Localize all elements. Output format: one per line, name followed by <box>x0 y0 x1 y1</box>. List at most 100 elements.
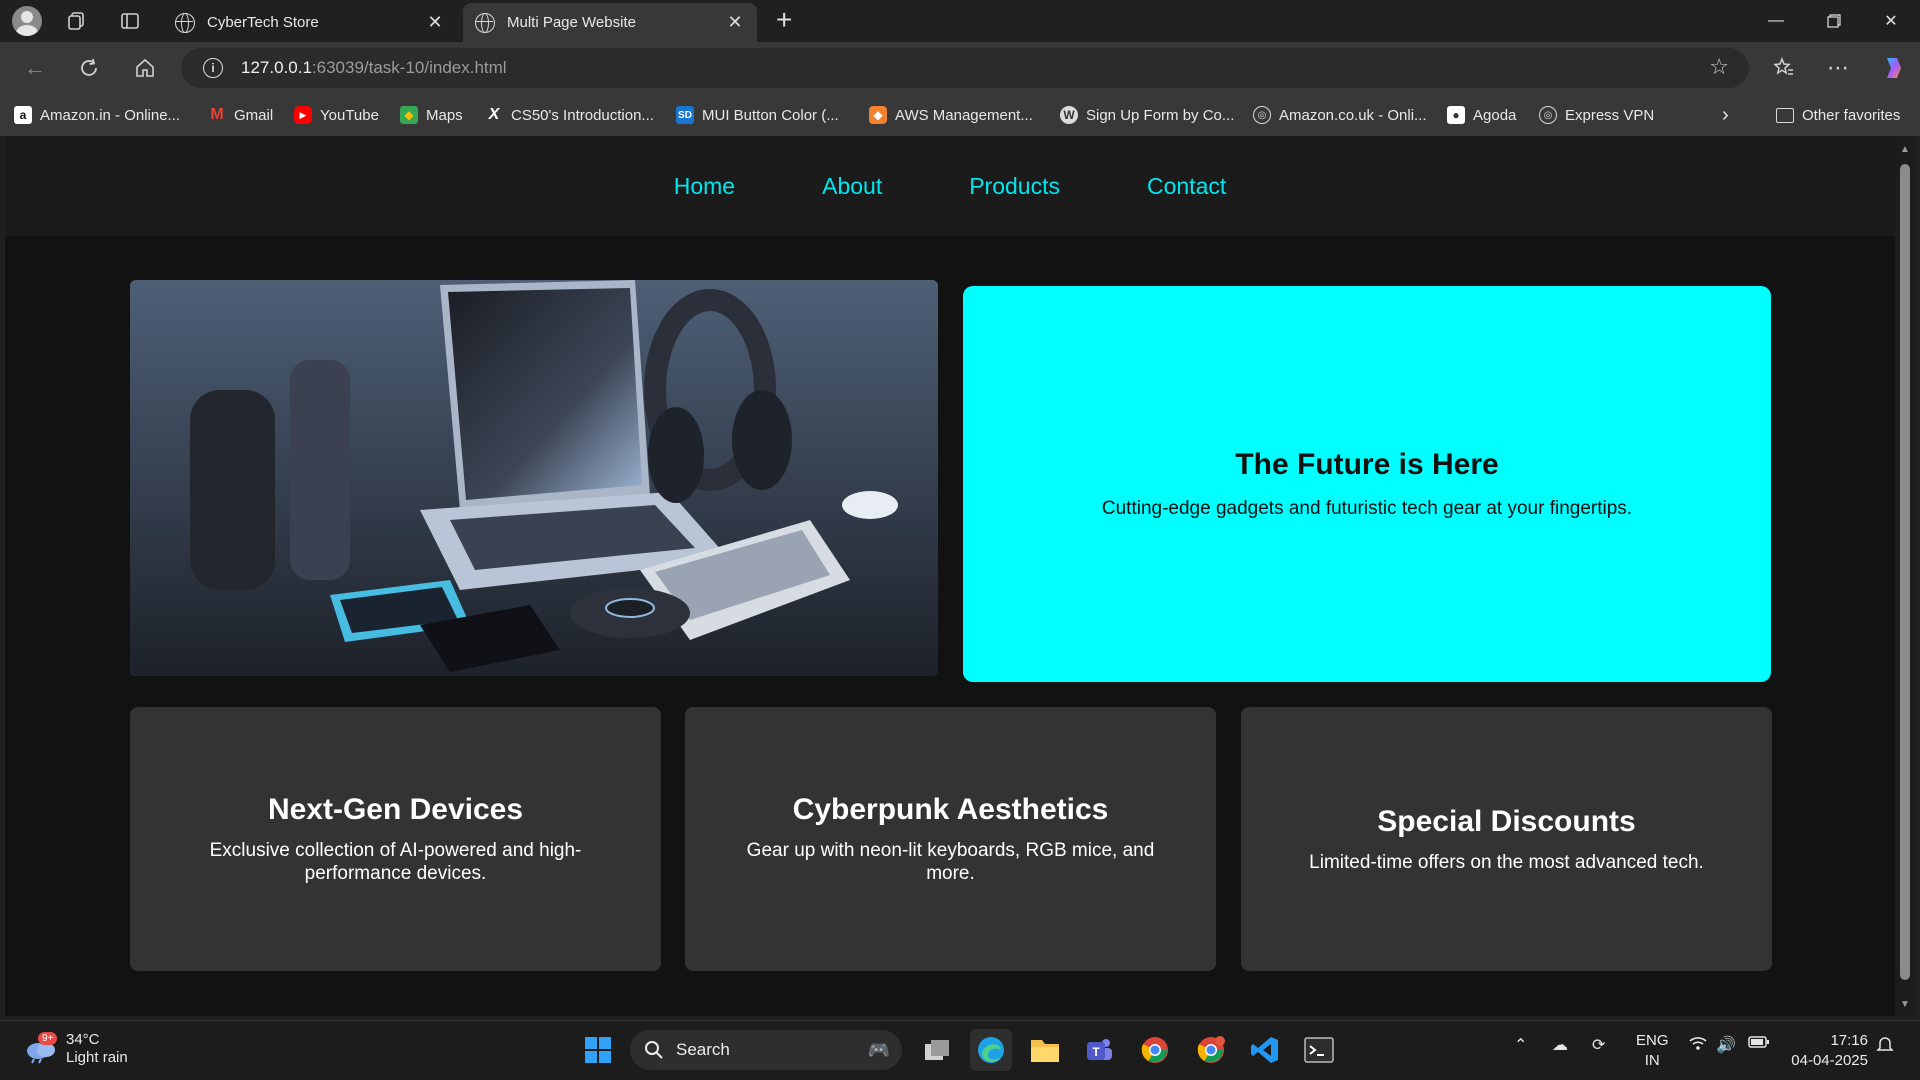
battery-icon[interactable] <box>1748 1035 1770 1054</box>
windows-taskbar: 9+ 34°C Light rain Search 🎮 T ⌃ ☁ ⟳ ENG … <box>0 1020 1920 1080</box>
chrome-icon[interactable] <box>1134 1029 1176 1071</box>
feature-title: Next-Gen Devices <box>267 793 524 826</box>
search-label: Search <box>676 1040 730 1059</box>
workspaces-icon[interactable] <box>60 4 94 38</box>
close-tab-icon[interactable]: ✕ <box>725 12 745 33</box>
bookmark-youtube[interactable]: ▶ YouTube <box>294 106 379 124</box>
bookmarks-overflow-chevron-icon[interactable]: › <box>1722 104 1729 127</box>
wifi-icon[interactable] <box>1688 1035 1708 1056</box>
wordpress-icon: W <box>1060 106 1078 124</box>
agoda-icon: ● <box>1447 106 1465 124</box>
globe-icon: ◎ <box>1539 106 1557 124</box>
feature-card-cyberpunk: Cyberpunk Aesthetics Gear up with neon-l… <box>685 707 1216 971</box>
task-view-icon[interactable] <box>916 1029 958 1071</box>
weather-condition: Light rain <box>66 1049 128 1066</box>
feature-text: Exclusive collection of AI-powered and h… <box>209 840 582 884</box>
edge-browser-icon[interactable] <box>970 1029 1012 1071</box>
hero-tech-gadgets-image <box>130 280 938 676</box>
nav-products-link[interactable]: Products <box>969 173 1060 200</box>
onedrive-icon[interactable]: ☁ <box>1552 1035 1568 1055</box>
weather-widget[interactable]: 9+ 34°C Light rain <box>24 1031 128 1067</box>
browser-tab-strip: CyberTech Store ✕ Multi Page Website ✕ +… <box>0 0 1920 42</box>
browser-toolbar: ← i 127.0.0.1:63039/task-10/index.html ☆… <box>0 42 1920 94</box>
start-windows-icon[interactable] <box>577 1029 619 1071</box>
site-info-icon[interactable]: i <box>203 58 223 78</box>
scrollbar-thumb[interactable] <box>1900 164 1910 980</box>
nav-about-link[interactable]: About <box>822 173 882 200</box>
globe-icon <box>475 12 495 33</box>
teams-icon[interactable]: T <box>1078 1029 1120 1071</box>
folder-icon <box>1776 107 1794 123</box>
svg-text:T: T <box>1092 1045 1100 1059</box>
bookmark-signup-form[interactable]: W Sign Up Form by Co... <box>1060 106 1234 124</box>
feature-title: Cyberpunk Aesthetics <box>792 793 1109 826</box>
gmail-icon: M <box>210 106 224 123</box>
feature-title: Special Discounts <box>1377 804 1636 838</box>
feature-card-next-gen: Next-Gen Devices Exclusive collection of… <box>130 707 661 971</box>
other-favorites[interactable]: Other favorites <box>1776 107 1900 124</box>
bookmark-gmail[interactable]: M Gmail <box>208 106 273 124</box>
profile-avatar-icon[interactable] <box>12 6 42 36</box>
site-navbar: Home About Products Contact <box>5 136 1895 236</box>
youtube-icon: ▶ <box>294 106 312 124</box>
tab-multi-page-website[interactable]: Multi Page Website ✕ <box>463 3 757 42</box>
back-button[interactable]: ← <box>17 50 53 86</box>
nav-home-link[interactable]: Home <box>674 173 735 200</box>
bookmark-amazon-in[interactable]: a Amazon.in - Online... <box>14 106 180 124</box>
volume-icon[interactable]: 🔊 <box>1716 1035 1736 1055</box>
feature-text: Limited-time offers on the most advanced… <box>1309 851 1704 873</box>
sync-icon[interactable]: ⟳ <box>1592 1035 1605 1055</box>
weather-alert-badge: 9+ <box>38 1032 58 1045</box>
favorite-star-icon[interactable]: ☆ <box>1709 54 1729 80</box>
tab-title: CyberTech Store <box>207 14 319 31</box>
bookmark-maps[interactable]: ◆ Maps <box>400 106 463 124</box>
terminal-icon[interactable] <box>1298 1029 1340 1071</box>
nav-contact-link[interactable]: Contact <box>1147 173 1226 200</box>
tab-cybertech-store[interactable]: CyberTech Store ✕ <box>163 3 457 42</box>
restore-button[interactable] <box>1805 0 1863 42</box>
bookmark-agoda[interactable]: ● Agoda <box>1447 106 1516 124</box>
sd-icon: SD <box>676 106 694 124</box>
feature-text: Gear up with neon-lit keyboards, RGB mic… <box>746 840 1155 884</box>
minimize-button[interactable]: — <box>1747 0 1805 42</box>
taskbar-search[interactable]: Search 🎮 <box>630 1030 902 1070</box>
hero-banner: The Future is Here Cutting-edge gadgets … <box>963 286 1771 682</box>
rain-cloud-icon: 9+ <box>24 1032 58 1064</box>
feature-card-discounts: Special Discounts Limited-time offers on… <box>1241 707 1772 971</box>
url-text: 127.0.0.1:63039/task-10/index.html <box>241 58 507 77</box>
show-hidden-icons-chevron-icon[interactable]: ⌃ <box>1514 1035 1527 1055</box>
clock-date: 04-04-2025 <box>1791 1052 1868 1069</box>
refresh-button[interactable] <box>71 50 107 86</box>
tab-title: Multi Page Website <box>507 14 636 31</box>
notifications-icon[interactable] <box>1876 1035 1894 1058</box>
x-icon: X <box>488 106 500 123</box>
bookmark-amazon-uk[interactable]: ◎ Amazon.co.uk - Onli... <box>1253 106 1427 124</box>
bookmark-mui-button[interactable]: SD MUI Button Color (... <box>676 106 839 124</box>
bookmarks-bar: a Amazon.in - Online... M Gmail ▶ YouTub… <box>0 94 1920 136</box>
vertical-tabs-icon[interactable] <box>113 4 147 38</box>
bookmark-express-vpn[interactable]: ◎ Express VPN <box>1539 106 1654 124</box>
close-window-button[interactable]: ✕ <box>1862 0 1920 42</box>
close-tab-icon[interactable]: ✕ <box>425 12 445 33</box>
language-indicator[interactable]: ENG IN <box>1636 1031 1669 1071</box>
vscode-icon[interactable] <box>1244 1029 1286 1071</box>
chrome-profile-icon[interactable] <box>1190 1029 1232 1071</box>
globe-icon: ◎ <box>1253 106 1271 124</box>
favorites-icon[interactable] <box>1766 50 1802 86</box>
aws-icon: ◆ <box>869 106 887 124</box>
more-options-icon[interactable]: ⋯ <box>1820 50 1856 86</box>
home-button[interactable] <box>127 50 163 86</box>
scroll-up-arrow-icon[interactable]: ▲ <box>1900 144 1910 155</box>
amazon-icon: a <box>14 106 32 124</box>
system-clock[interactable]: 17:16 04-04-2025 <box>1791 1031 1868 1071</box>
page-scrollbar[interactable]: ▲ ▼ <box>1895 136 1915 1016</box>
search-icon <box>645 1041 663 1059</box>
new-tab-button[interactable]: + <box>776 6 792 34</box>
clock-time: 17:16 <box>1830 1032 1868 1049</box>
copilot-icon[interactable] <box>1876 50 1912 86</box>
bookmark-aws[interactable]: ◆ AWS Management... <box>869 106 1033 124</box>
file-explorer-icon[interactable] <box>1024 1029 1066 1071</box>
scroll-down-arrow-icon[interactable]: ▼ <box>1900 999 1910 1010</box>
address-bar[interactable]: i 127.0.0.1:63039/task-10/index.html ☆ <box>181 48 1749 88</box>
bookmark-cs50[interactable]: X CS50's Introduction... <box>485 106 654 124</box>
